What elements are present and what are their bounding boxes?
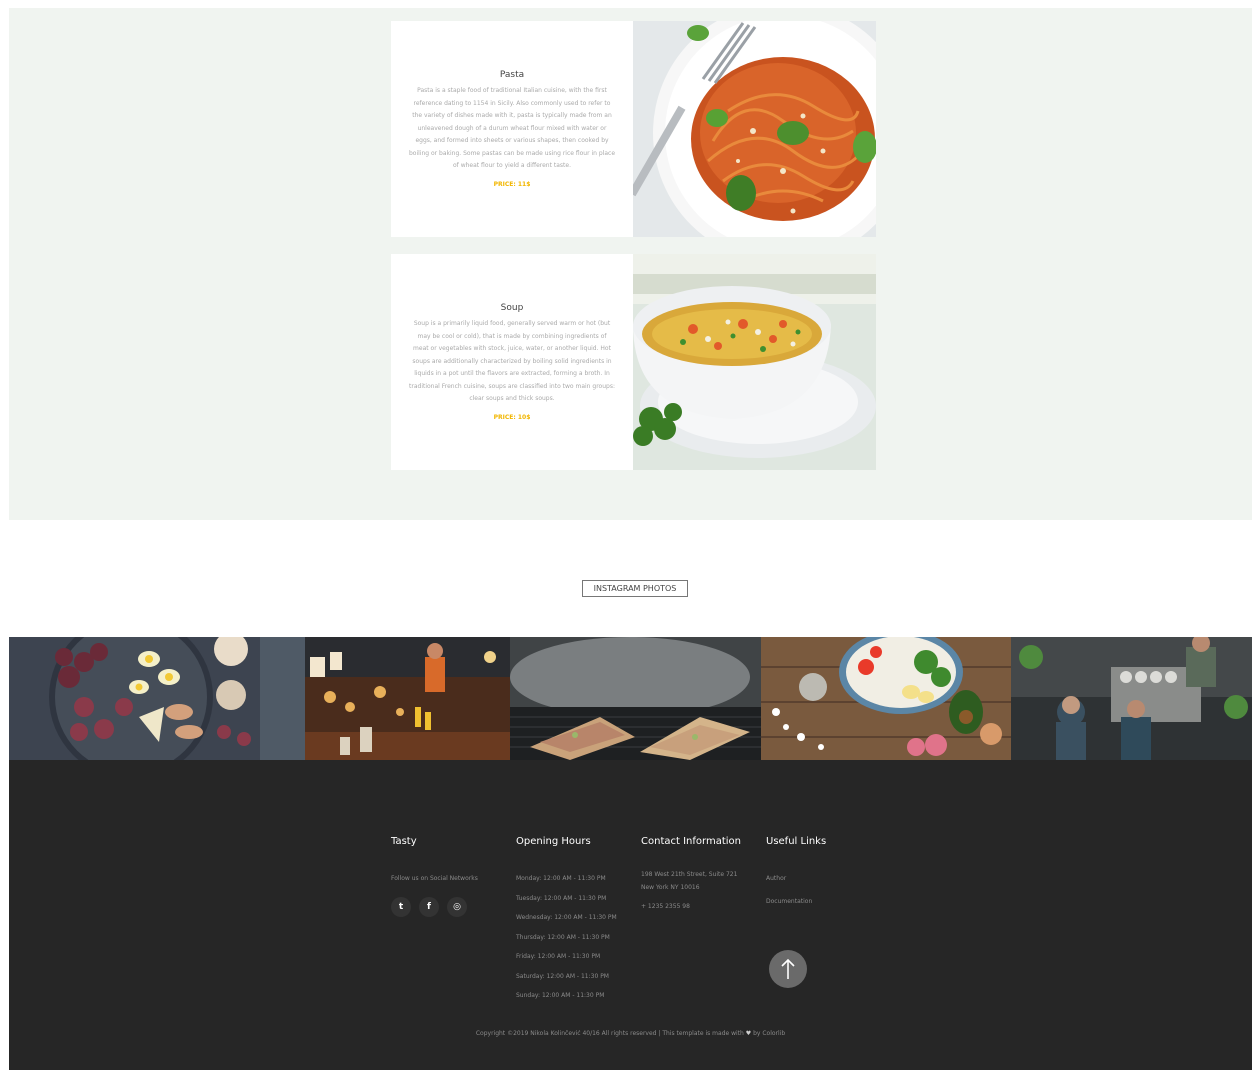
menu-item-description: Pasta is a staple food of traditional It… xyxy=(409,87,616,170)
footer-brand-title: Tasty xyxy=(391,836,417,847)
hours-line: Sunday: 12:00 AM - 11:30 PM xyxy=(516,992,605,999)
instagram-photo[interactable] xyxy=(761,637,1011,760)
address-line: 198 West 21th Street, Suite 721 xyxy=(641,871,738,878)
menu-item-title: Soup xyxy=(500,303,524,314)
instagram-photos-button[interactable]: INSTAGRAM PHOTOS xyxy=(582,580,688,597)
footer-column-hours: Opening Hours Monday: 12:00 AM - 11:30 P… xyxy=(516,836,617,1006)
menu-card-text: Soup Soup is a primarily liquid food, ge… xyxy=(391,254,633,470)
menu-item-price: PRICE: 10$ xyxy=(493,413,531,421)
pasta-image xyxy=(633,21,876,237)
copyright-pre: Copyright ©2019 Nikola Kolinčević 40/16 … xyxy=(475,1030,744,1037)
menu-section: Pasta Pasta is a staple food of traditio… xyxy=(9,8,1252,520)
menu-card-soup: Soup Soup is a primarily liquid food, ge… xyxy=(391,254,876,470)
hours-line: Saturday: 12:00 AM - 11:30 PM xyxy=(516,972,609,980)
link-author[interactable]: Author xyxy=(766,869,826,889)
instagram-photo[interactable] xyxy=(1011,637,1252,760)
address-line: New York NY 10016 xyxy=(641,883,700,891)
facebook-icon[interactable]: f xyxy=(419,896,439,917)
contact-title: Contact Information xyxy=(641,836,741,847)
hours-line: Friday: 12:00 AM - 11:30 PM xyxy=(516,953,601,960)
social-links: t f ◎ xyxy=(391,896,478,917)
menu-card-pasta: Pasta Pasta is a staple food of traditio… xyxy=(391,21,876,237)
footer: Tasty Follow us on Social Networks t f ◎… xyxy=(9,760,1252,1070)
instagram-icon[interactable]: ◎ xyxy=(447,896,467,917)
instagram-strip xyxy=(9,637,1252,760)
menu-item-description: Soup is a primarily liquid food, general… xyxy=(409,320,615,403)
heart-icon: ♥ xyxy=(745,1030,752,1037)
menu-item-price: PRICE: 11$ xyxy=(493,180,531,188)
instagram-photo[interactable] xyxy=(260,637,510,760)
hours-line: Thursday: 12:00 AM - 11:30 PM xyxy=(516,933,610,941)
menu-card-text: Pasta Pasta is a staple food of traditio… xyxy=(391,21,633,237)
opening-hours-title: Opening Hours xyxy=(516,836,591,847)
link-documentation[interactable]: Documentation xyxy=(766,892,826,912)
arrow-up-icon xyxy=(781,958,795,979)
social-follow-text: Follow us on Social Networks xyxy=(391,875,478,882)
hours-line: Wednesday: 12:00 AM - 11:30 PM xyxy=(516,914,617,921)
footer-column-links: Useful Links Author Documentation xyxy=(766,836,826,912)
hours-line: Tuesday: 12:00 AM - 11:30 PM xyxy=(516,894,607,902)
soup-image xyxy=(633,254,876,470)
copyright-post[interactable]: by Colorlib xyxy=(753,1030,785,1037)
useful-links-title: Useful Links xyxy=(766,836,827,847)
instagram-photo[interactable] xyxy=(9,637,260,760)
back-to-top-button[interactable] xyxy=(769,950,807,988)
copyright-text: Copyright ©2019 Nikola Kolinčević 40/16 … xyxy=(9,1030,1252,1037)
phone-number[interactable]: + 1235 2355 98 xyxy=(641,901,741,914)
footer-column-contact: Contact Information 198 West 21th Street… xyxy=(641,836,741,914)
hours-line: Monday: 12:00 AM - 11:30 PM xyxy=(516,875,606,882)
footer-column-tasty: Tasty Follow us on Social Networks t f ◎ xyxy=(391,836,478,917)
instagram-photo[interactable] xyxy=(510,637,761,760)
twitter-icon[interactable]: t xyxy=(391,896,411,917)
menu-item-title: Pasta xyxy=(499,70,525,81)
